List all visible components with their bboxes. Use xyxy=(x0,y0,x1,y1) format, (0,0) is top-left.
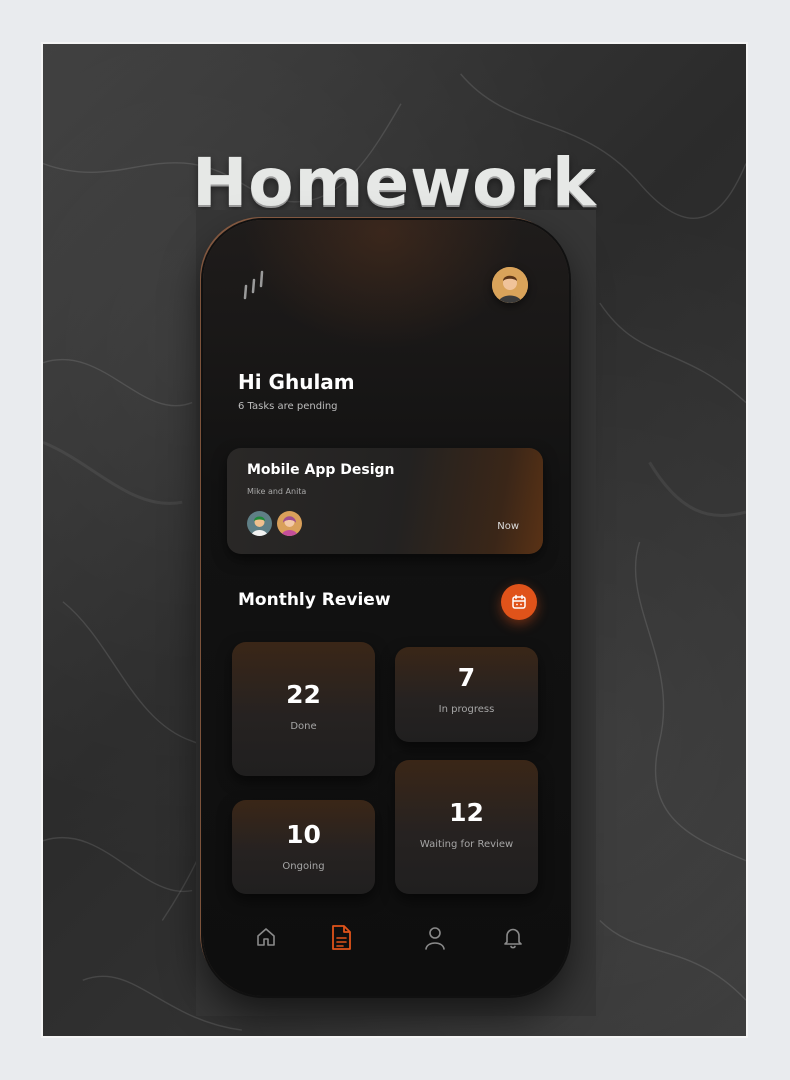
nav-documents[interactable] xyxy=(329,924,353,956)
stat-card-ongoing[interactable]: 10 Ongoing xyxy=(232,800,375,894)
poster: Homework Hi Ghulam 6 Tasks are pending M… xyxy=(41,42,748,1038)
greeting-title: Hi Ghulam xyxy=(238,370,355,394)
stat-label: Waiting for Review xyxy=(419,839,514,850)
stat-card-done[interactable]: 22 Done xyxy=(232,642,375,776)
nav-home[interactable] xyxy=(255,926,277,952)
task-title: Mobile App Design xyxy=(247,462,395,478)
nav-profile[interactable] xyxy=(424,926,446,954)
monthly-review-title: Monthly Review xyxy=(238,590,391,610)
task-time: Now xyxy=(497,521,519,532)
profile-icon xyxy=(425,927,445,950)
stat-value: 22 xyxy=(286,680,321,709)
stat-value: 12 xyxy=(449,798,484,827)
phone-screen: Hi Ghulam 6 Tasks are pending Mobile App… xyxy=(203,220,569,996)
nav-notifications[interactable] xyxy=(502,926,524,954)
stat-card-in-progress[interactable]: 7 In progress xyxy=(395,647,538,742)
top-glow xyxy=(243,220,523,350)
stat-label: Ongoing xyxy=(282,861,325,872)
pending-tasks-text: 6 Tasks are pending xyxy=(238,401,338,412)
task-card[interactable]: Mobile App Design Mike and Anita Now xyxy=(227,448,543,554)
stat-label: In progress xyxy=(438,704,495,715)
phone-frame: Hi Ghulam 6 Tasks are pending Mobile App… xyxy=(196,210,596,1016)
bell-icon xyxy=(504,928,522,949)
stat-card-waiting-for-review[interactable]: 12 Waiting for Review xyxy=(395,760,538,894)
calendar-icon xyxy=(512,594,526,609)
user-avatar[interactable] xyxy=(492,267,528,303)
stat-label: Done xyxy=(290,721,317,732)
bars-icon[interactable] xyxy=(239,264,271,308)
task-people: Mike and Anita xyxy=(247,487,307,496)
home-icon xyxy=(257,928,275,946)
stat-value: 10 xyxy=(286,820,321,849)
bottom-nav xyxy=(203,920,569,970)
stat-value: 7 xyxy=(457,663,476,692)
avatar-mike xyxy=(247,511,272,536)
avatar-anita xyxy=(277,511,302,536)
calendar-button[interactable] xyxy=(501,584,537,620)
document-icon xyxy=(332,925,351,950)
